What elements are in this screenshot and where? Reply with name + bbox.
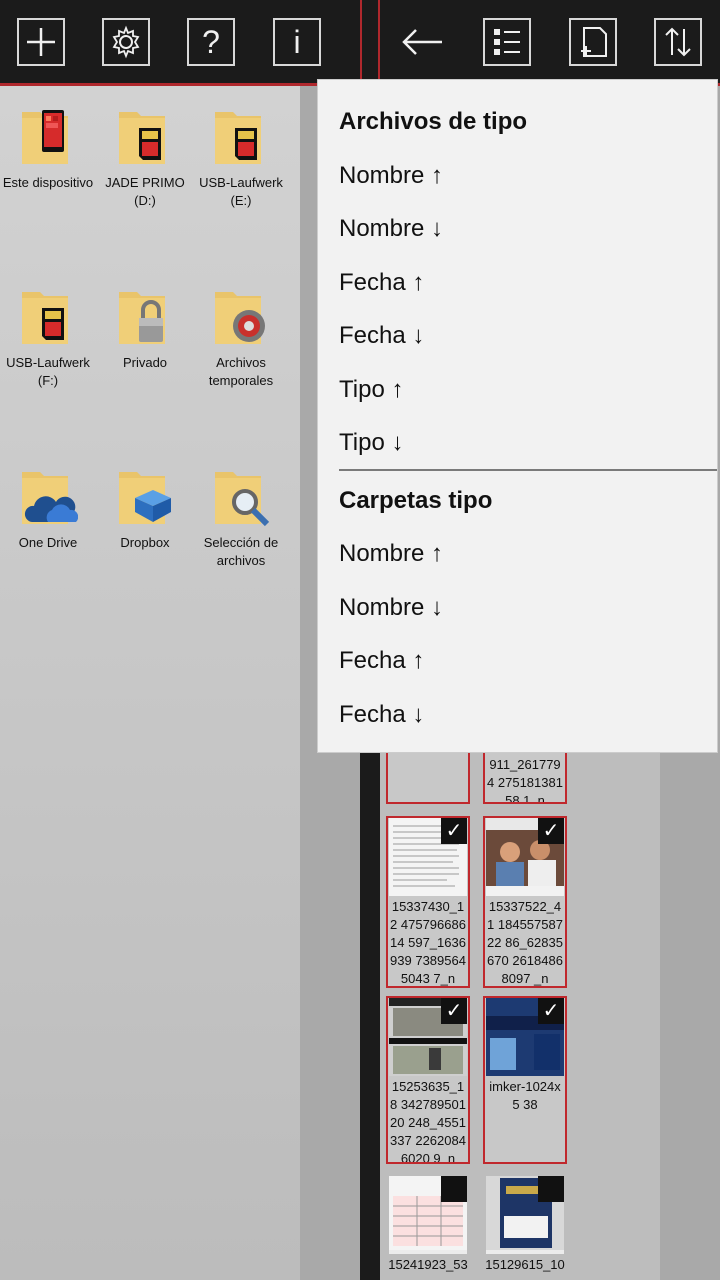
gear-folder-icon: [211, 284, 271, 348]
sd-card-icon: [18, 284, 78, 348]
sort-folders-date-desc[interactable]: Fecha ↓: [339, 701, 424, 729]
folder-dropbox[interactable]: Dropbox: [97, 464, 193, 552]
checkmark-icon[interactable]: ✓: [441, 998, 467, 1024]
back-arrow-icon[interactable]: [398, 18, 446, 66]
sd-card-icon: [115, 104, 175, 168]
left-toolbar: ? i: [0, 0, 360, 86]
photo-thumbnail: ✓: [486, 818, 564, 896]
folder-label: Privado: [122, 355, 168, 370]
photo-thumbnail: ✓: [389, 998, 467, 1076]
file-caption: 15253635_18 34278950120 248_4551337 2262…: [390, 1079, 466, 1164]
folder-label: USB-Laufwerk (F:): [6, 355, 90, 388]
folder-jade-primo[interactable]: JADE PRIMO (D:): [97, 104, 193, 210]
file-caption: imker-1024x5 38: [489, 1079, 561, 1112]
phone-icon: [18, 104, 78, 168]
sort-menu: Archivos de tipo Nombre ↑ Nombre ↓ Fecha…: [317, 79, 718, 753]
sort-files-name-desc[interactable]: Nombre ↓: [339, 215, 443, 243]
lock-icon: [115, 284, 175, 348]
sort-folders-date-asc[interactable]: Fecha ↑: [339, 647, 424, 675]
file-tile[interactable]: ✓ 15337430_12 47579668614 597_1636939 73…: [386, 816, 470, 988]
sort-files-date-desc[interactable]: Fecha ↓: [339, 322, 424, 350]
files-sort-header: Archivos de tipo: [339, 108, 528, 135]
left-pane: Este dispositivo JADE PRIMO (D:) USB-Lau…: [0, 86, 360, 1280]
folder-label: Dropbox: [120, 535, 170, 550]
sd-card-icon: [211, 104, 271, 168]
document-thumbnail: [389, 1176, 467, 1254]
list-view-icon[interactable]: [483, 18, 531, 66]
folder-label: JADE PRIMO (D:): [105, 175, 185, 208]
folder-usb-f[interactable]: USB-Laufwerk (F:): [0, 284, 96, 390]
file-tile[interactable]: ✓ imker-1024x5 38: [483, 996, 567, 1164]
folder-label: USB-Laufwerk (E:): [199, 175, 283, 208]
plus-icon[interactable]: [17, 18, 65, 66]
file-caption: 15337430_12 47579668614 597_1636939 7389…: [390, 899, 466, 986]
info-icon[interactable]: i: [273, 18, 321, 66]
info-label: i: [293, 23, 301, 60]
file-caption: 15337522_41 18455758722 86_62835670 2618…: [487, 899, 563, 986]
folder-privado[interactable]: Privado: [97, 284, 193, 372]
folder-label: One Drive: [18, 535, 78, 550]
folder-label: Archivos temporales: [208, 355, 274, 388]
checkmark-icon[interactable]: ✓: [538, 998, 564, 1024]
new-file-icon[interactable]: [569, 18, 617, 66]
file-tile[interactable]: ✓ 15253635_18 34278950120 248_4551337 22…: [386, 996, 470, 1164]
folder-one-drive[interactable]: One Drive: [0, 464, 96, 552]
photo-thumbnail: ✓: [486, 998, 564, 1076]
checkmark-icon[interactable]: ✓: [441, 818, 467, 844]
gear-icon[interactable]: [102, 18, 150, 66]
sort-files-date-asc[interactable]: Fecha ↑: [339, 269, 424, 297]
folder-label: Selección de archivos: [203, 535, 279, 568]
file-tile[interactable]: 15129615_10: [483, 1176, 567, 1280]
cloud-icon: [18, 464, 79, 528]
document-thumbnail: ✓: [389, 818, 467, 896]
checkmark-icon[interactable]: ✓: [538, 818, 564, 844]
file-caption: 911_2617794 27518138158 1_n: [487, 757, 563, 804]
sort-files-type-desc[interactable]: Tipo ↓: [339, 429, 403, 457]
question-icon[interactable]: ?: [187, 18, 235, 66]
file-caption: 15129615_10: [485, 1257, 565, 1272]
sort-folders-name-asc[interactable]: Nombre ↑: [339, 540, 443, 568]
file-tile[interactable]: ✓ 15337522_41 18455758722 86_62835670 26…: [483, 816, 567, 988]
question-label: ?: [202, 23, 220, 60]
folders-sort-header: Carpetas tipo: [339, 487, 493, 514]
file-tile[interactable]: [386, 746, 470, 804]
checkbox-icon[interactable]: [538, 1176, 564, 1202]
photo-thumbnail: [486, 1176, 564, 1254]
file-tile[interactable]: 911_2617794 27518138158 1_n: [483, 746, 567, 804]
folder-seleccion-archivos[interactable]: Selección de archivos: [193, 464, 289, 570]
folder-archivos-temporales[interactable]: Archivos temporales: [193, 284, 289, 390]
folder-label: Este dispositivo: [2, 175, 94, 190]
sort-files-type-asc[interactable]: Tipo ↑: [339, 376, 403, 404]
menu-separator: [339, 469, 717, 471]
file-tile[interactable]: 15241923_53: [386, 1176, 470, 1280]
dropbox-icon: [115, 464, 175, 528]
checkbox-icon[interactable]: [441, 1176, 467, 1202]
right-toolbar: [380, 0, 720, 86]
folder-este-dispositivo[interactable]: Este dispositivo: [0, 104, 96, 192]
magnifier-icon: [211, 464, 271, 528]
sort-folders-name-desc[interactable]: Nombre ↓: [339, 594, 443, 622]
sort-icon[interactable]: [654, 18, 702, 66]
sort-files-name-asc[interactable]: Nombre ↑: [339, 162, 443, 190]
folder-usb-e[interactable]: USB-Laufwerk (E:): [193, 104, 289, 210]
file-caption: 15241923_53: [388, 1257, 468, 1272]
